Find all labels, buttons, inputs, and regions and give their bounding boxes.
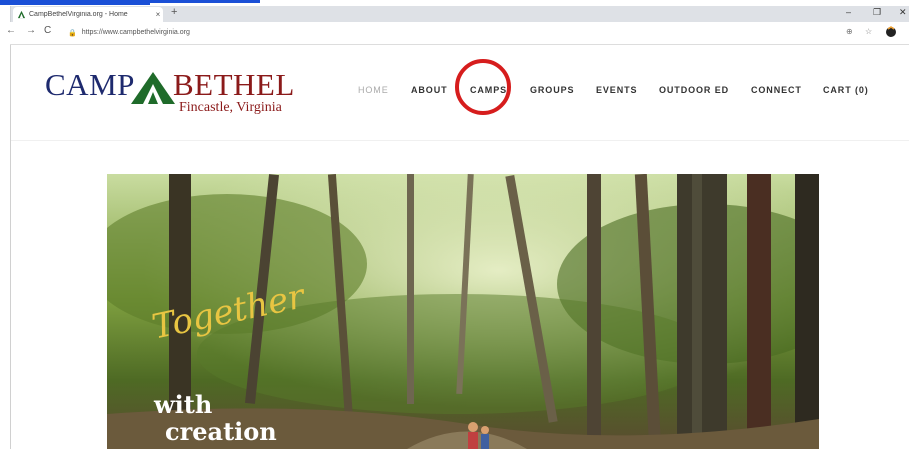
forward-icon[interactable]: → [26, 25, 36, 36]
zoom-icon[interactable]: ⊕ [846, 27, 853, 36]
profile-avatar-icon[interactable] [885, 26, 897, 38]
tab-strip: CampBethelVirginia.org - Home × + – ❐ ✕ [10, 6, 909, 22]
nav-groups[interactable]: GROUPS [530, 85, 574, 95]
nav-outdoor-ed[interactable]: OUTDOOR ED [659, 85, 729, 95]
hero-image: Together with creation [107, 174, 819, 449]
bookmark-star-icon[interactable]: ☆ [865, 27, 872, 36]
logo-bethel-text[interactable]: BETHEL [173, 67, 295, 103]
tab-title: CampBethelVirginia.org - Home [29, 11, 128, 18]
hero-tagline-creation: creation [165, 417, 277, 446]
nav-cart[interactable]: CART (0) [823, 85, 869, 95]
nav-events[interactable]: EVENTS [596, 85, 637, 95]
logo-tent-icon[interactable] [129, 70, 177, 106]
back-icon[interactable]: ← [6, 25, 16, 36]
url-text: https://www.campbethelvirginia.org [81, 29, 190, 36]
link-underline [0, 3, 150, 5]
toolbar: ← → C 🔒 https://www.campbethelvirginia.o… [6, 22, 909, 45]
logo-location: Fincastle, Virginia [179, 100, 282, 115]
web-page: CAMP BETHEL Fincastle, Virginia HOME ABO… [10, 45, 909, 449]
browser-tab[interactable]: CampBethelVirginia.org - Home × [13, 7, 163, 22]
restore-button[interactable]: ❐ [873, 7, 881, 18]
address-bar[interactable]: 🔒 https://www.campbethelvirginia.org [68, 25, 828, 40]
lock-icon: 🔒 [68, 29, 77, 37]
highlight-circle [455, 59, 511, 115]
nav-home[interactable]: HOME [358, 85, 389, 95]
reload-icon[interactable]: C [44, 25, 51, 36]
favicon-icon [17, 10, 26, 19]
hero-tagline-with: with [154, 390, 213, 419]
new-tab-button[interactable]: + [171, 6, 177, 18]
nav-about[interactable]: ABOUT [411, 85, 448, 95]
logo-camp-text[interactable]: CAMP [45, 67, 135, 103]
nav-connect[interactable]: CONNECT [751, 85, 802, 95]
site-header: CAMP BETHEL Fincastle, Virginia HOME ABO… [11, 45, 909, 141]
tab-close-icon[interactable]: × [153, 10, 163, 19]
close-window-button[interactable]: ✕ [899, 7, 907, 18]
minimize-button[interactable]: – [846, 7, 851, 17]
